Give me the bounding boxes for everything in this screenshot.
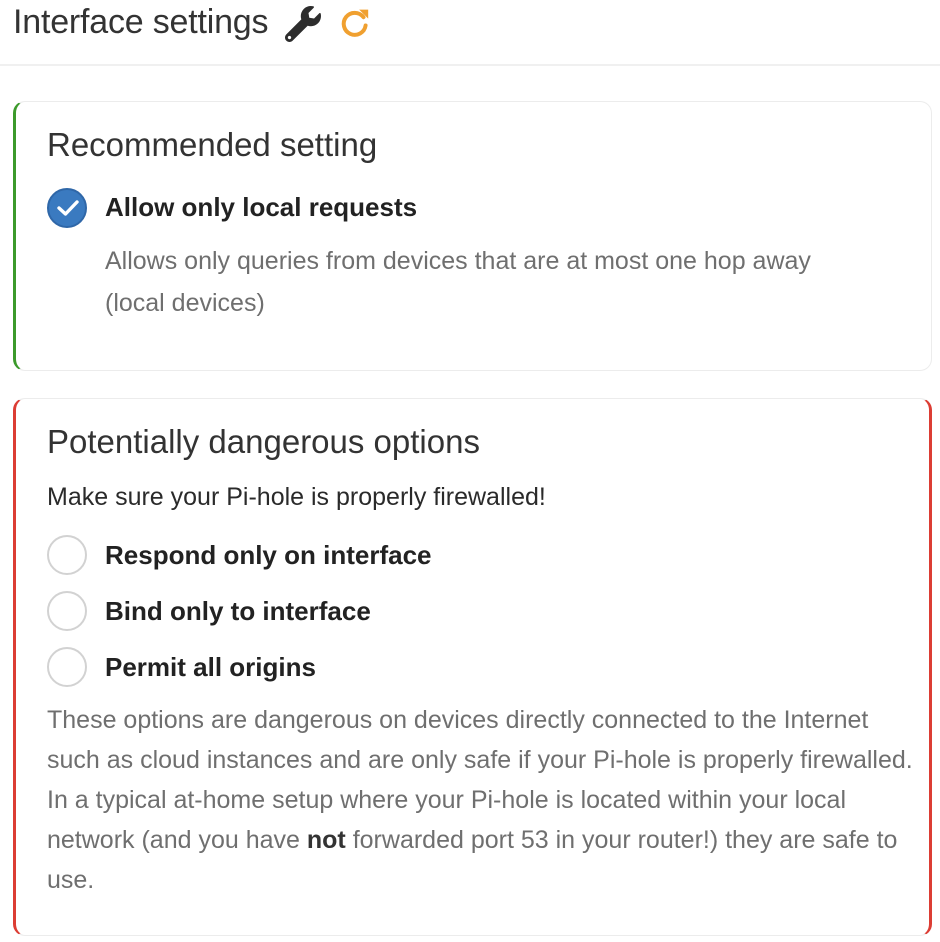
firewall-warning: Make sure your Pi-hole is properly firew… bbox=[47, 483, 546, 511]
page-header: Interface settings bbox=[0, 0, 940, 66]
respond-only-interface-radio[interactable] bbox=[47, 535, 87, 575]
page-title: Interface settings bbox=[13, 3, 269, 41]
bind-only-interface-radio[interactable] bbox=[47, 591, 87, 631]
respond-only-interface-label[interactable]: Respond only on interface bbox=[105, 540, 432, 571]
permit-all-origins-label[interactable]: Permit all origins bbox=[105, 652, 316, 683]
refresh-icon[interactable] bbox=[338, 6, 372, 40]
recommended-setting-box: Recommended setting Allow only local req… bbox=[13, 101, 932, 371]
bind-only-interface-label[interactable]: Bind only to interface bbox=[105, 596, 371, 627]
allow-local-requests-label[interactable]: Allow only local requests bbox=[105, 192, 417, 223]
permit-all-origins-radio[interactable] bbox=[47, 647, 87, 687]
allow-local-requests-description: Allows only queries from devices that ar… bbox=[105, 247, 811, 317]
checkmark-icon bbox=[57, 200, 79, 216]
recommended-setting-title: Recommended setting bbox=[47, 126, 378, 163]
wrench-icon bbox=[284, 6, 321, 42]
dangerous-options-title: Potentially dangerous options bbox=[47, 423, 480, 460]
dangerous-options-box: Potentially dangerous options Make sure … bbox=[13, 398, 932, 936]
dangerous-options-description: These options are dangerous on devices d… bbox=[47, 706, 913, 894]
allow-local-requests-radio[interactable] bbox=[47, 188, 87, 228]
